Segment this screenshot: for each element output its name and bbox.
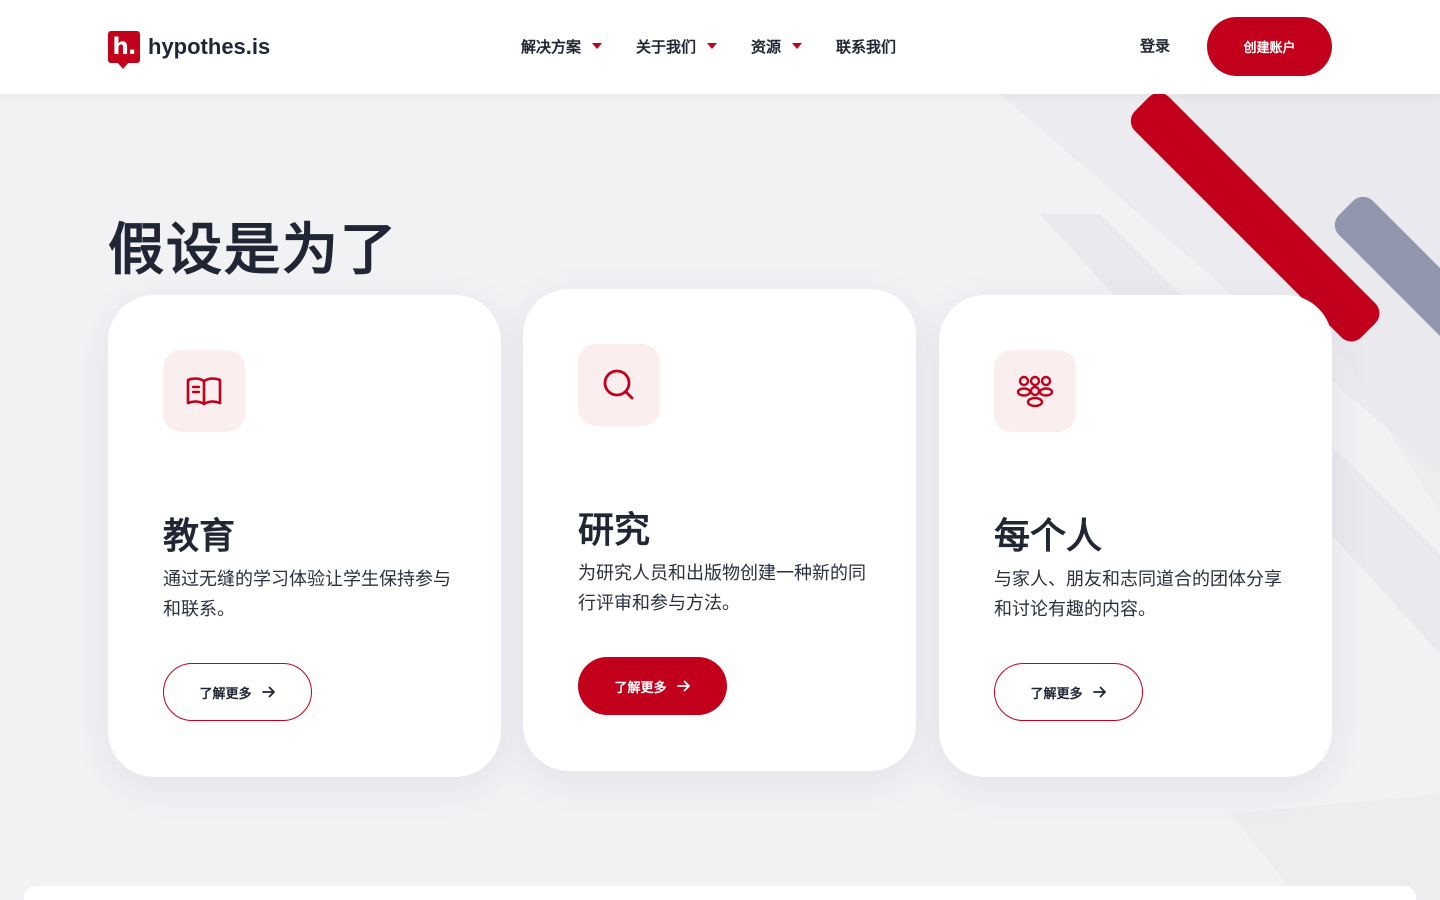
card-icon-box [163, 350, 245, 432]
card-description: 与家人、朋友和志同道合的团体分享和讨论有趣的内容。 [994, 569, 1282, 620]
learn-more-button[interactable]: 了解更多 [163, 663, 312, 721]
nav-item-solutions[interactable]: 解决方案 [521, 36, 603, 57]
main-nav: 解决方案 关于我们 资源 联系我们 [521, 33, 930, 59]
nav-item-contact[interactable]: 联系我们 [836, 36, 896, 57]
card-title: 研究 [578, 510, 651, 551]
next-section-edge [24, 886, 1416, 900]
button-label: 了解更多 [1030, 686, 1083, 702]
card-everyone: 每个人 与家人、朋友和志同道合的团体分享和讨论有趣的内容。 了解更多 [939, 295, 1332, 777]
site-header: h. hypothes.is 解决方案 关于我们 资源 联系我们 登录 创建账户 [0, 0, 1440, 94]
learn-more-button[interactable]: 了解更多 [578, 657, 727, 715]
card-description: 为研究人员和出版物创建一种新的同行评审和参与方法。 [578, 563, 866, 614]
nav-item-label: 关于我们 [636, 37, 697, 56]
card-title: 教育 [163, 516, 236, 557]
book-icon [186, 377, 222, 406]
card-title: 每个人 [994, 516, 1103, 557]
arrow-right-icon [261, 685, 276, 699]
card-description: 通过无缝的学习体验让学生保持参与和联系。 [163, 569, 451, 620]
learn-more-button[interactable]: 了解更多 [994, 663, 1143, 721]
people-icon [1016, 375, 1054, 408]
nav-item-about[interactable]: 关于我们 [636, 36, 718, 57]
logo-text: hypothes.is [148, 34, 271, 59]
hero-title: 假设是为了 [108, 218, 398, 283]
logo-mark: h. [108, 31, 140, 69]
arrow-right-icon [1092, 685, 1107, 699]
logo[interactable]: h. hypothes.is [108, 28, 271, 69]
button-label: 了解更多 [199, 686, 252, 702]
nav-item-resources[interactable]: 资源 [751, 36, 803, 57]
card-education: 教育 通过无缝的学习体验让学生保持参与和联系。 了解更多 [108, 295, 501, 777]
caret-down-icon [592, 43, 603, 49]
card-icon-box [994, 350, 1076, 432]
login-link[interactable]: 登录 [1140, 35, 1170, 56]
arrow-right-icon [676, 679, 691, 693]
caret-down-icon [792, 43, 803, 49]
nav-item-label: 资源 [751, 37, 782, 56]
nav-item-label: 联系我们 [836, 37, 897, 56]
button-label: 了解更多 [614, 680, 667, 696]
nav-item-label: 解决方案 [521, 37, 582, 56]
card-icon-box [578, 344, 660, 426]
signup-button[interactable]: 创建账户 [1207, 17, 1332, 76]
search-icon [603, 369, 634, 400]
caret-down-icon [707, 43, 718, 49]
card-research: 研究 为研究人员和出版物创建一种新的同行评审和参与方法。 了解更多 [523, 289, 916, 771]
